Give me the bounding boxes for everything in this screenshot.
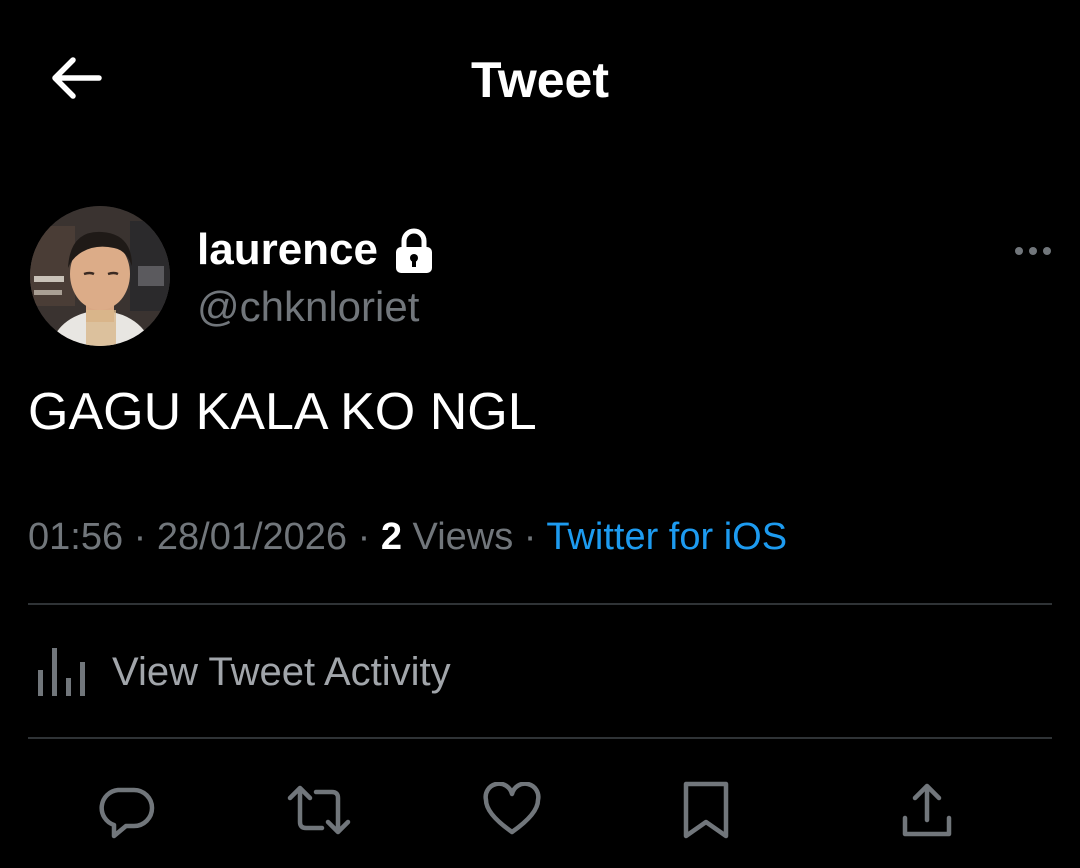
share-icon bbox=[902, 783, 952, 837]
retweet-icon bbox=[287, 785, 351, 835]
views-count: 2 bbox=[380, 516, 402, 558]
reply-icon bbox=[99, 787, 155, 839]
tweet-time: 01:56 bbox=[28, 516, 124, 558]
tweet-metadata: 01:56 · 28/01/2026 · 2 Views · Twitter f… bbox=[28, 512, 787, 562]
separator: · bbox=[133, 516, 147, 558]
reply-button[interactable] bbox=[86, 770, 166, 850]
tweet-action-bar bbox=[0, 770, 1080, 860]
like-button[interactable] bbox=[472, 770, 552, 850]
like-icon bbox=[483, 782, 541, 835]
more-horizontal-icon bbox=[1015, 247, 1051, 255]
separator: · bbox=[523, 516, 537, 558]
author-name-row[interactable]: laurence bbox=[197, 222, 434, 278]
separator: · bbox=[357, 516, 371, 558]
view-tweet-activity-button[interactable]: View Tweet Activity bbox=[28, 640, 451, 704]
retweet-button[interactable] bbox=[279, 770, 359, 850]
page-title: Tweet bbox=[471, 52, 609, 108]
divider bbox=[28, 603, 1052, 605]
user-handle[interactable]: @chknloriet bbox=[197, 280, 419, 334]
bar-chart-icon bbox=[38, 648, 85, 696]
avatar-photo bbox=[30, 206, 170, 346]
source-link[interactable]: Twitter for iOS bbox=[546, 516, 787, 558]
more-options-button[interactable] bbox=[1008, 236, 1058, 266]
avatar[interactable] bbox=[30, 206, 170, 346]
share-button[interactable] bbox=[887, 770, 967, 850]
activity-label: View Tweet Activity bbox=[112, 650, 451, 694]
bookmark-icon bbox=[683, 781, 729, 839]
tweet-text: GAGU KALA KO NGL bbox=[28, 383, 537, 441]
views-label: Views bbox=[412, 516, 514, 558]
top-bar: Tweet bbox=[0, 0, 1080, 160]
lock-icon bbox=[395, 228, 432, 273]
display-name: laurence bbox=[197, 225, 378, 274]
bookmark-button[interactable] bbox=[666, 770, 746, 850]
tweet-date: 28/01/2026 bbox=[156, 516, 348, 558]
divider bbox=[28, 737, 1052, 739]
